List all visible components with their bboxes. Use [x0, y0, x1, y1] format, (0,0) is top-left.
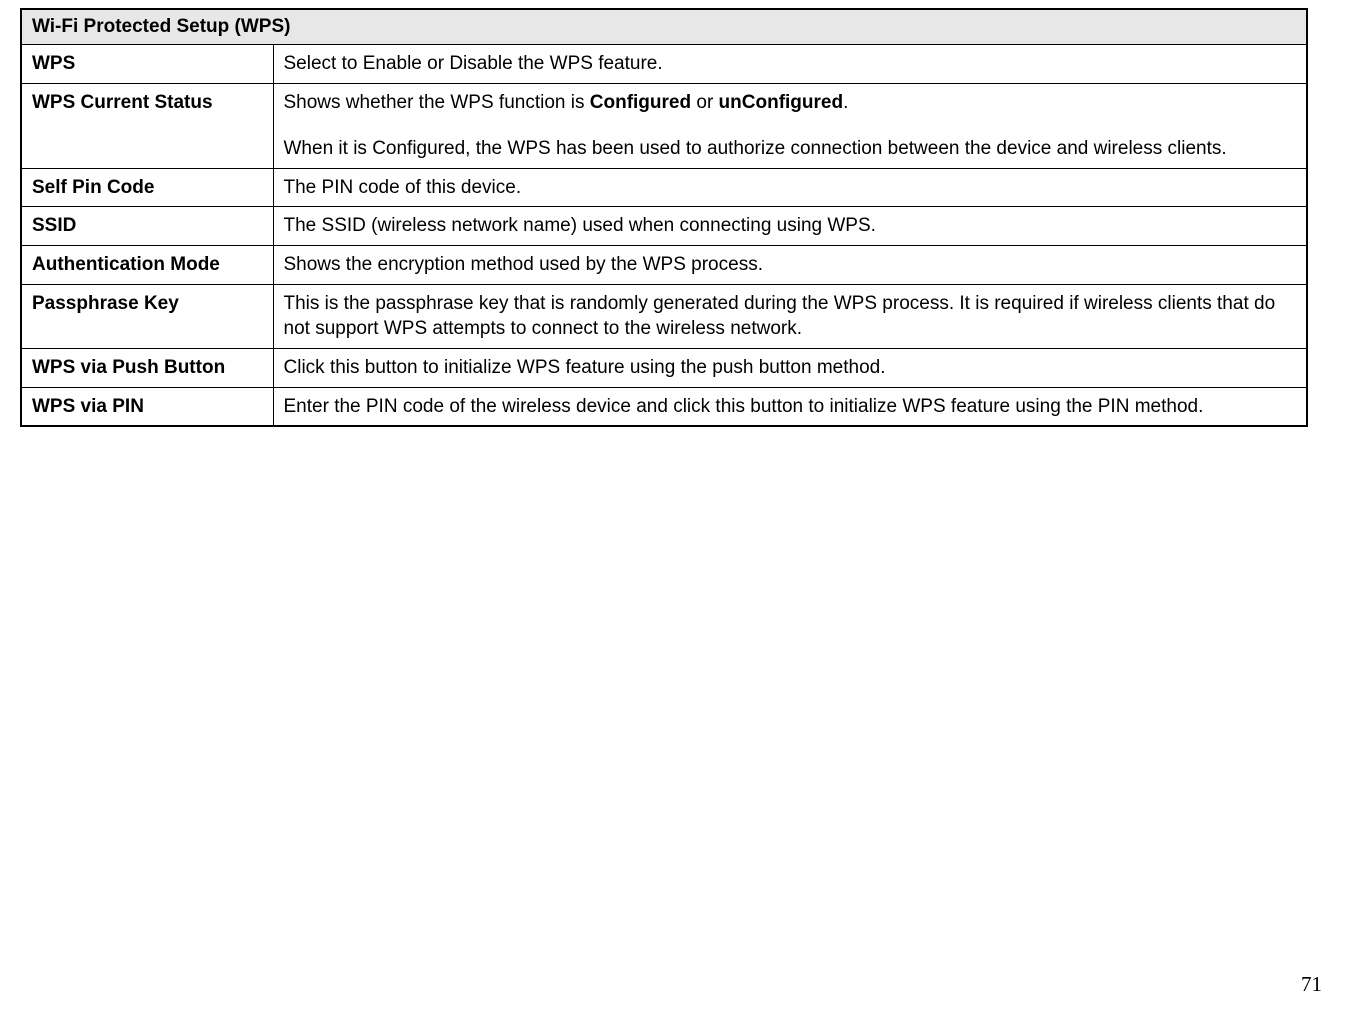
- row-label: WPS: [21, 45, 273, 84]
- table-body: WPS Select to Enable or Disable the WPS …: [21, 45, 1307, 427]
- row-desc: Click this button to initialize WPS feat…: [273, 349, 1307, 388]
- row-label: Self Pin Code: [21, 168, 273, 207]
- row-desc: Shows the encryption method used by the …: [273, 246, 1307, 285]
- table-row: SSID The SSID (wireless network name) us…: [21, 207, 1307, 246]
- table-row: Passphrase Key This is the passphrase ke…: [21, 284, 1307, 348]
- row-desc: Enter the PIN code of the wireless devic…: [273, 387, 1307, 426]
- row-desc: Select to Enable or Disable the WPS feat…: [273, 45, 1307, 84]
- row-desc: This is the passphrase key that is rando…: [273, 284, 1307, 348]
- row-label: Authentication Mode: [21, 246, 273, 285]
- table-row: WPS via PIN Enter the PIN code of the wi…: [21, 387, 1307, 426]
- wps-table: Wi-Fi Protected Setup (WPS) WPS Select t…: [20, 8, 1308, 427]
- table-header: Wi-Fi Protected Setup (WPS): [21, 9, 1307, 45]
- row-label: SSID: [21, 207, 273, 246]
- row-label: WPS via Push Button: [21, 349, 273, 388]
- row-label: Passphrase Key: [21, 284, 273, 348]
- table-row: WPS Select to Enable or Disable the WPS …: [21, 45, 1307, 84]
- row-desc: The PIN code of this device.: [273, 168, 1307, 207]
- page-number: 71: [1301, 972, 1322, 997]
- row-desc: Shows whether the WPS function is Config…: [273, 83, 1307, 168]
- table-row: WPS Current Status Shows whether the WPS…: [21, 83, 1307, 168]
- row-desc: The SSID (wireless network name) used wh…: [273, 207, 1307, 246]
- row-label: WPS via PIN: [21, 387, 273, 426]
- table-row: Self Pin Code The PIN code of this devic…: [21, 168, 1307, 207]
- table-row: Authentication Mode Shows the encryption…: [21, 246, 1307, 285]
- table-row: WPS via Push Button Click this button to…: [21, 349, 1307, 388]
- row-label: WPS Current Status: [21, 83, 273, 168]
